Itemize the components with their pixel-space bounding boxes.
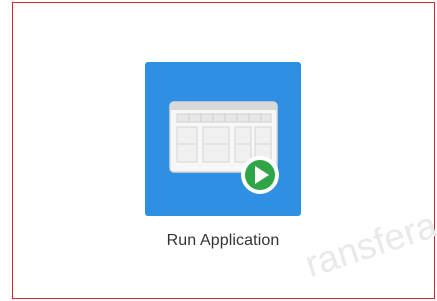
application-window-icon [169, 101, 279, 194]
run-application-tile[interactable] [145, 62, 301, 216]
play-badge [241, 156, 279, 194]
run-application-label[interactable]: Run Application [120, 232, 326, 250]
